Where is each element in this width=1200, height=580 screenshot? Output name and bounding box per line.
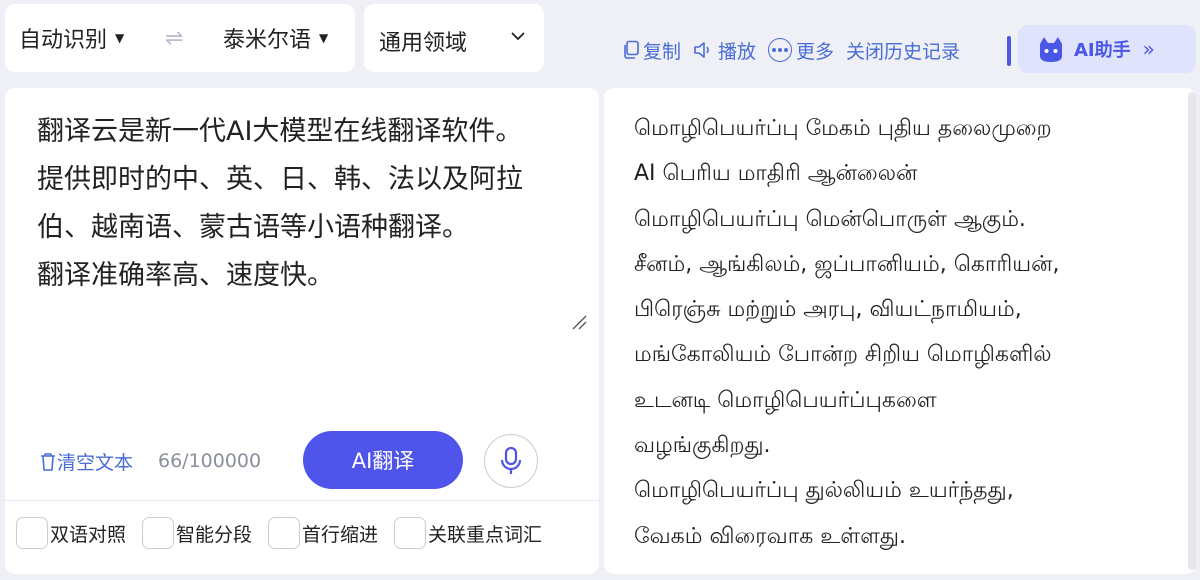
target-language-label: 泰米尔语 (223, 28, 312, 53)
output-line: உடனடி மொழிபெயர்ப்புகளை (634, 387, 937, 413)
double-chevron-right-icon: » (1142, 37, 1155, 61)
output-line: மொழிபெயர்ப்பு துல்லியம் உயர்ந்தது, (634, 478, 1014, 504)
option-label: 关联重点词汇 (428, 523, 543, 546)
swap-languages-icon[interactable]: ⇌ (165, 26, 183, 51)
source-line: 翻译云是新一代AI大模型在线翻译软件。 (37, 116, 523, 147)
scrollbar[interactable] (1188, 92, 1196, 570)
output-line: சீனம், ஆங்கிலம், ஜப்பானியம், கொரியன், (634, 251, 1060, 277)
chevron-down-icon (511, 32, 525, 41)
output-panel: மொழிபெயர்ப்பு மேகம் புதிய தலைமுறை AI பெர… (604, 88, 1196, 574)
output-line: மொழிபெயர்ப்பு மேகம் புதிய தலைமுறை (634, 116, 1052, 141)
option-label: 智能分段 (176, 523, 253, 546)
source-text-area[interactable]: 翻译云是新一代AI大模型在线翻译软件。 提供即时的中、英、日、韩、法以及阿拉 伯… (37, 108, 577, 300)
play-button[interactable]: 播放 (693, 37, 756, 64)
output-line: AI பெரிய மாதிரி ஆன்லைன் (634, 161, 918, 187)
ai-mascot-icon (1040, 37, 1062, 62)
domain-label: 通用领域 (379, 31, 468, 56)
microphone-button[interactable] (484, 434, 538, 488)
divider (1007, 36, 1011, 66)
copy-button[interactable]: 复制 (622, 37, 681, 64)
option-smart-paragraph[interactable]: 智能分段 (142, 517, 252, 549)
output-line: பிரெஞ்சு மற்றும் அரபு, வியட்நாமியம், (634, 297, 1022, 323)
caret-down-icon: ▼ (115, 31, 125, 45)
checkbox[interactable] (16, 517, 48, 549)
source-panel: 翻译云是新一代AI大模型在线翻译软件。 提供即时的中、英、日、韩、法以及阿拉 伯… (5, 88, 599, 574)
translation-output: மொழிபெயர்ப்பு மேகம் புதிய தலைமுறை AI பெர… (634, 106, 1174, 559)
output-toolbar: 复制 播放 更多 关闭历史记录 (622, 30, 972, 70)
clear-text-label: 清空文本 (57, 452, 134, 474)
clear-text-button[interactable]: 清空文本 (39, 448, 133, 475)
output-line: வேகம் விரைவாக உள்ளது. (634, 523, 907, 549)
output-line: மங்கோலியம் போன்ற சிறிய மொழிகளில் (634, 342, 1052, 368)
source-language-label: 自动识别 (19, 28, 108, 53)
domain-select[interactable]: 通用领域 (364, 4, 544, 72)
close-history-link[interactable]: 关闭历史记录 (846, 37, 960, 64)
more-label: 更多 (796, 40, 835, 63)
option-label: 首行缩进 (302, 523, 379, 546)
play-label: 播放 (718, 40, 757, 63)
more-dots-icon (768, 38, 793, 62)
checkbox[interactable] (268, 517, 300, 549)
character-count: 66/100000 (158, 450, 262, 472)
checkbox[interactable] (142, 517, 174, 549)
source-language-select[interactable]: 自动识别 ▼ (19, 4, 124, 72)
option-bilingual[interactable]: 双语对照 (16, 517, 126, 549)
ai-assistant-label: AI助手 (1074, 40, 1131, 61)
source-line: 伯、越南语、蒙古语等小语种翻译。 (37, 212, 469, 243)
microphone-icon (500, 446, 522, 474)
option-label: 双语对照 (50, 523, 127, 546)
trash-icon (41, 452, 55, 471)
ai-assistant-button[interactable]: AI助手 » (1018, 25, 1196, 73)
more-button[interactable]: 更多 (768, 37, 834, 64)
source-line: 翻译准确率高、速度快。 (37, 260, 334, 291)
option-key-vocabulary[interactable]: 关联重点词汇 (394, 517, 542, 549)
output-line: வழங்குகிறது. (634, 433, 771, 459)
target-language-select[interactable]: 泰米尔语 ▼ (223, 4, 328, 72)
options-bar: 双语对照 智能分段 首行缩进 关联重点词汇 (5, 500, 599, 574)
output-line: மொழிபெயர்ப்பு மென்பொருள் ஆகும். (634, 206, 1026, 232)
resize-handle-icon[interactable] (571, 314, 587, 330)
copy-label: 复制 (643, 40, 682, 63)
option-first-line-indent[interactable]: 首行缩进 (268, 517, 378, 549)
language-selector-card: 自动识别 ▼ ⇌ 泰米尔语 ▼ (5, 4, 355, 72)
speaker-icon (694, 42, 709, 58)
source-line: 提供即时的中、英、日、韩、法以及阿拉 (37, 164, 523, 195)
close-history-label: 关闭历史记录 (846, 40, 961, 63)
copy-icon (624, 40, 639, 59)
ai-translate-button[interactable]: AI翻译 (303, 431, 463, 489)
checkbox[interactable] (394, 517, 426, 549)
caret-down-icon: ▼ (319, 31, 329, 45)
